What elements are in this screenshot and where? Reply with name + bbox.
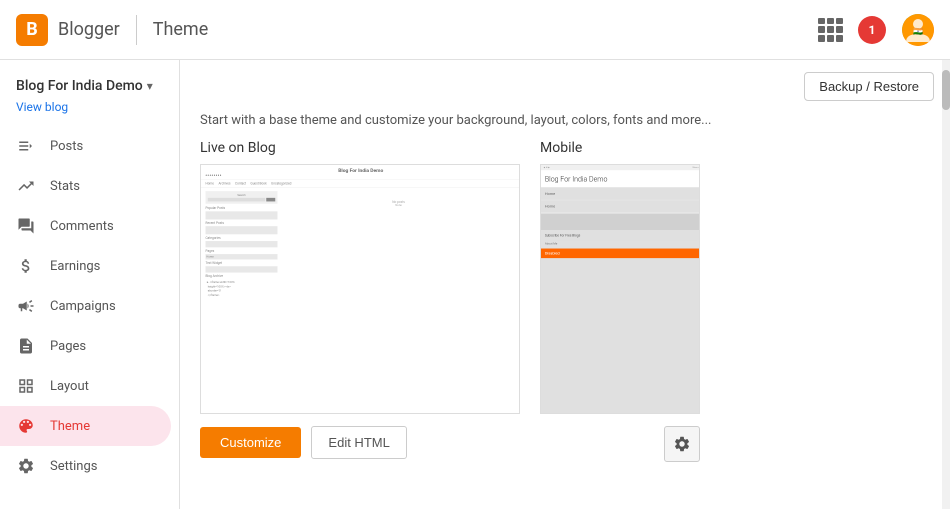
scrollbar[interactable] <box>942 60 950 509</box>
mini-blog-sidebar: Search Popular Posts Recent Posts <box>206 191 278 298</box>
main-layout: Blog For India Demo ▾ View blog Posts St… <box>0 60 950 509</box>
pages-icon <box>16 336 36 356</box>
live-label: Live on Blog <box>200 140 520 156</box>
customize-button[interactable]: Customize <box>200 427 301 458</box>
scrollbar-thumb <box>942 70 950 110</box>
edit-html-button[interactable]: Edit HTML <box>311 426 406 459</box>
sidebar-label-settings: Settings <box>50 459 97 474</box>
layout-icon <box>16 376 36 396</box>
mini-blog: Blog For India Demo ♦ ♦ ♦ ♦ ♦ ♦ ♦ ♦ Home… <box>201 165 520 414</box>
sidebar-nav: Posts Stats Comments Earnings Campaigns … <box>0 126 179 486</box>
mobile-label: Mobile <box>540 140 700 156</box>
sidebar-item-stats[interactable]: Stats <box>0 166 171 206</box>
sidebar-item-campaigns[interactable]: Campaigns <box>0 286 171 326</box>
live-preview-section: Live on Blog Blog For India Demo ♦ ♦ ♦ ♦… <box>200 140 520 459</box>
svg-text:🇮🇳: 🇮🇳 <box>913 27 923 36</box>
sidebar-item-layout[interactable]: Layout <box>0 366 171 406</box>
sidebar-item-comments[interactable]: Comments <box>0 206 171 246</box>
posts-icon <box>16 136 36 156</box>
sidebar-label-comments: Comments <box>50 219 114 234</box>
mini-categories: Categories <box>206 236 278 240</box>
preview-actions: Customize Edit HTML <box>200 426 520 459</box>
mobile-settings-gear[interactable] <box>664 426 700 462</box>
mobile-preview-section: Mobile ◀ ⊞ ▶ More ▾ Blog For India Demo … <box>540 140 700 462</box>
intro-text: Start with a base theme and customize yo… <box>200 113 930 128</box>
sidebar-label-stats: Stats <box>50 179 80 194</box>
sidebar-item-pages[interactable]: Pages <box>0 326 171 366</box>
sidebar-label-campaigns: Campaigns <box>50 299 116 314</box>
notification-badge[interactable]: 1 <box>858 16 886 44</box>
header-divider <box>136 15 137 45</box>
header-actions: 1 🇮🇳 <box>818 14 934 46</box>
sidebar-label-theme: Theme <box>50 419 90 434</box>
mobile-menu-home-1: Home <box>541 188 700 200</box>
theme-icon <box>16 416 36 436</box>
page-title: Theme <box>153 19 209 40</box>
mini-blog-body: Search Popular Posts Recent Posts <box>201 188 520 302</box>
campaigns-icon <box>16 296 36 316</box>
main-area: Backup / Restore Start with a base theme… <box>180 60 950 509</box>
sidebar-label-pages: Pages <box>50 339 86 354</box>
live-preview: Blog For India Demo ♦ ♦ ♦ ♦ ♦ ♦ ♦ ♦ Home… <box>200 164 520 414</box>
avatar[interactable]: 🇮🇳 <box>902 14 934 46</box>
earnings-icon <box>16 256 36 276</box>
logo-group: B Blogger <box>16 14 120 46</box>
blog-selector[interactable]: Blog For India Demo ▾ <box>0 68 179 98</box>
mini-main-area: No posts None <box>281 191 516 298</box>
mobile-preview: ◀ ⊞ ▶ More ▾ Blog For India Demo Home Ho… <box>540 164 700 414</box>
view-blog-link[interactable]: View blog <box>0 98 179 126</box>
blog-name: Blog For India Demo <box>16 78 143 94</box>
mini-blog-icons: ♦ ♦ ♦ ♦ ♦ ♦ ♦ ♦ <box>206 174 517 177</box>
mobile-disabled-bar: Disabled <box>541 249 700 259</box>
app-header: B Blogger Theme 1 🇮🇳 <box>0 0 950 60</box>
blogger-icon: B <box>16 14 48 46</box>
apps-icon[interactable] <box>818 18 842 42</box>
brand-name: Blogger <box>58 19 120 40</box>
previews-container: Live on Blog Blog For India Demo ♦ ♦ ♦ ♦… <box>200 140 930 462</box>
mini-blog-archive: Blog Archive <box>206 274 278 278</box>
mini-text-widget: Text Widget <box>206 261 278 265</box>
sidebar-label-earnings: Earnings <box>50 259 100 274</box>
stats-icon <box>16 176 36 196</box>
avatar-image: 🇮🇳 <box>902 14 934 46</box>
mobile-menu-home-2: Home <box>541 200 700 212</box>
mobile-blog-title: Blog For India Demo <box>541 170 700 187</box>
mini-pages: Pages <box>206 249 278 253</box>
main-content: Start with a base theme and customize yo… <box>180 113 950 509</box>
sidebar-item-posts[interactable]: Posts <box>0 126 171 166</box>
mini-blog-nav: HomeArchivesContactGuest BookUncategoriz… <box>201 180 520 188</box>
toolbar: Backup / Restore <box>180 60 950 113</box>
sidebar-label-layout: Layout <box>50 379 89 394</box>
sidebar-item-earnings[interactable]: Earnings <box>0 246 171 286</box>
mini-widget-search: Search <box>206 191 278 204</box>
sidebar-bottom: Reading List Help <box>0 502 179 509</box>
mini-recent-posts: Recent Posts <box>206 221 278 225</box>
chevron-down-icon: ▾ <box>147 79 153 93</box>
mini-popular-posts: Popular Posts <box>206 206 278 210</box>
comments-icon <box>16 216 36 236</box>
sidebar-item-settings[interactable]: Settings <box>0 446 171 486</box>
sidebar: Blog For India Demo ▾ View blog Posts St… <box>0 60 180 509</box>
sidebar-item-theme[interactable]: Theme <box>0 406 171 446</box>
sidebar-item-reading-list[interactable]: Reading List <box>0 502 171 509</box>
mobile-inner: ◀ ⊞ ▶ More ▾ Blog For India Demo Home Ho… <box>541 165 700 414</box>
settings-icon <box>16 456 36 476</box>
mini-blog-header: Blog For India Demo ♦ ♦ ♦ ♦ ♦ ♦ ♦ ♦ <box>201 165 520 180</box>
backup-restore-button[interactable]: Backup / Restore <box>804 72 934 101</box>
sidebar-label-posts: Posts <box>50 139 83 154</box>
